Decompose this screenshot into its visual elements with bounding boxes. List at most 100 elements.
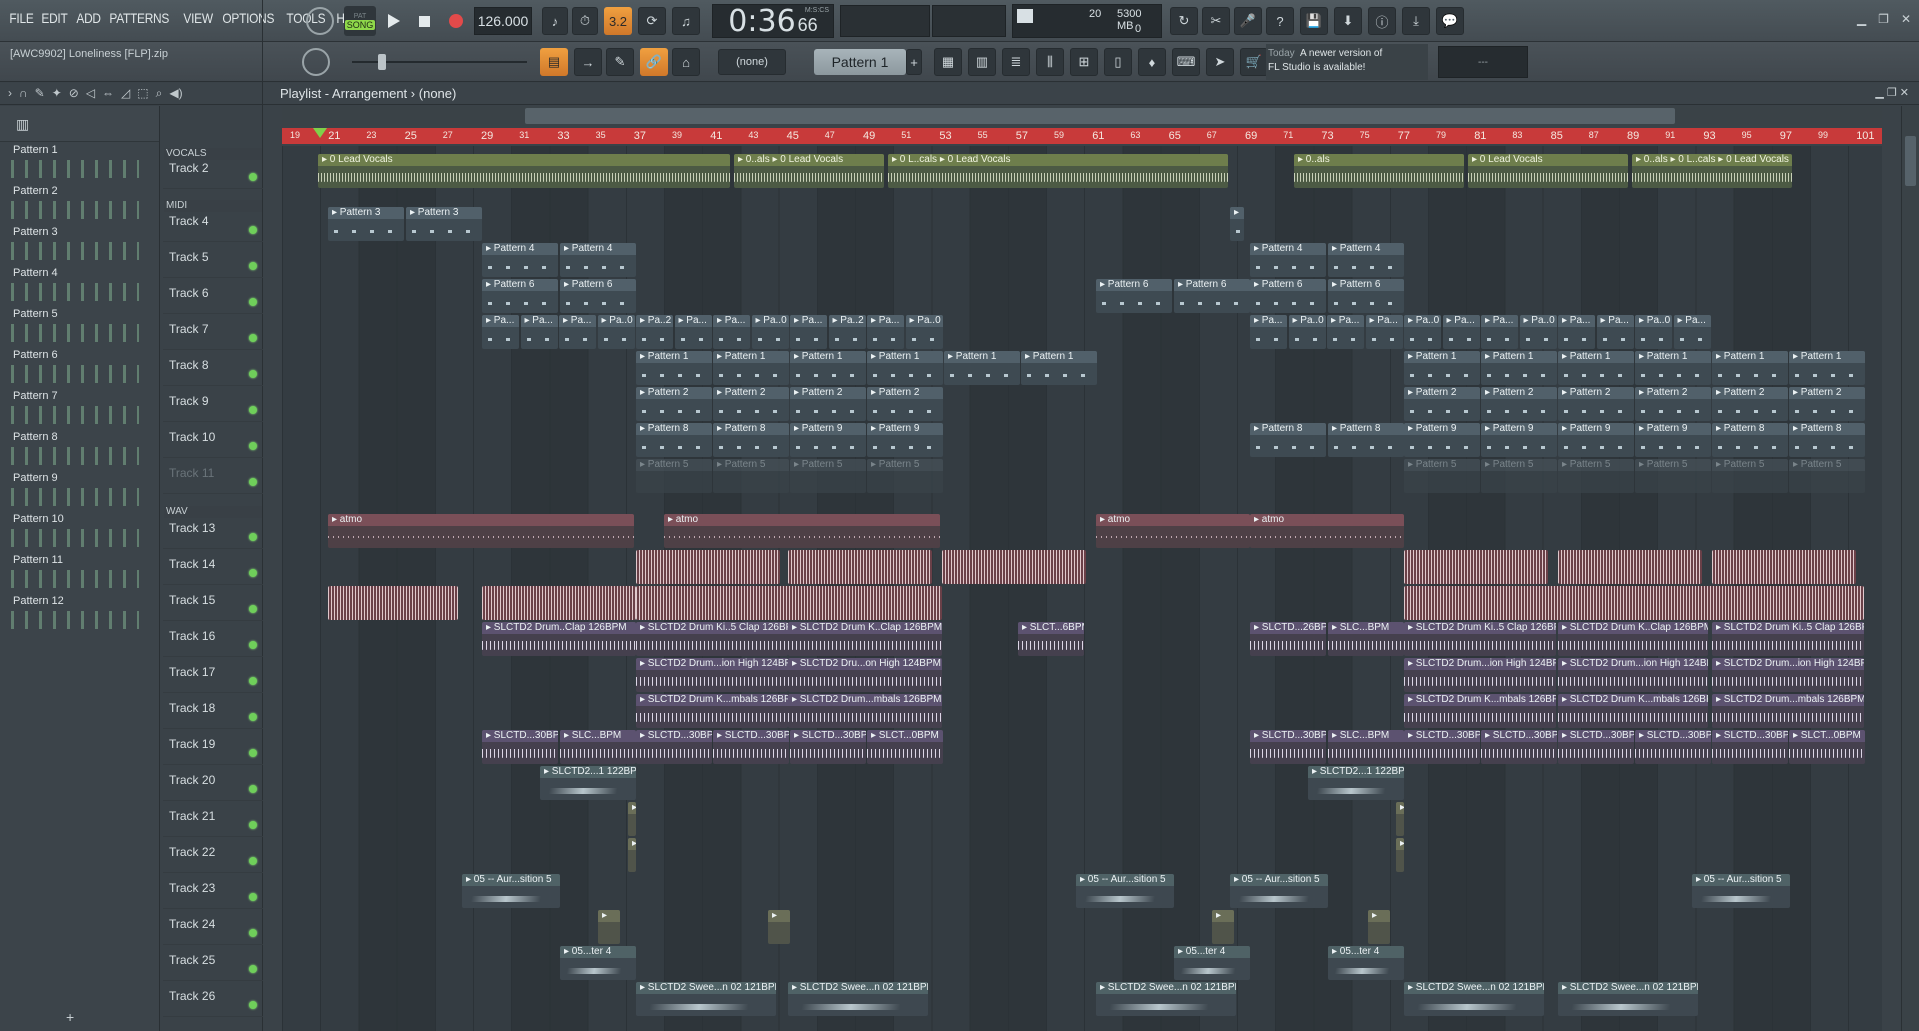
playlist-clip[interactable] — [328, 586, 458, 620]
playlist-clip[interactable]: ▸ 0 Lead Vocals — [318, 154, 730, 188]
playlist-clip[interactable]: ▸ Pa..0 — [1288, 315, 1326, 349]
track-enable-led[interactable] — [249, 370, 257, 378]
track-enable-led[interactable] — [249, 893, 257, 901]
playlist-clip[interactable]: ▸ 0..als — [1294, 154, 1464, 188]
metronome-icon[interactable]: ♪ — [542, 7, 568, 35]
track-enable-led[interactable] — [249, 749, 257, 757]
track-header[interactable]: Track 5 — [163, 242, 263, 278]
track-header[interactable]: Track 2 — [163, 153, 263, 189]
pitch-knob-icon[interactable] — [302, 48, 330, 76]
playlist-clip[interactable]: ▸ Pattern 1 — [713, 351, 789, 385]
master-pitch-slider[interactable] — [352, 54, 527, 70]
pattern-picker-item[interactable]: Pattern 2 — [3, 185, 141, 225]
playlist-clip[interactable]: ▸ 05 -- Aur...sition 5 — [1692, 874, 1790, 908]
playlist-clip[interactable] — [942, 550, 1086, 584]
playlist-clip[interactable]: ▸ Pattern 2 — [1558, 387, 1634, 421]
track-enable-led[interactable] — [249, 262, 257, 270]
playlist-clip[interactable]: ▸ Pattern 1 — [1789, 351, 1865, 385]
minimize-icon[interactable]: ▁ — [1857, 12, 1866, 26]
playlist-clip[interactable]: ▸ Pattern 5 — [867, 459, 943, 493]
playlist-clip[interactable]: ▸ Pa..0 — [751, 315, 789, 349]
playlist-clip[interactable]: ▸ Pattern 8 — [1328, 423, 1404, 457]
pattern-picker-item[interactable]: Pattern 12 — [3, 595, 141, 635]
track-enable-led[interactable] — [249, 478, 257, 486]
playlist-clip[interactable]: ▸ Pattern 1 — [1635, 351, 1711, 385]
touch-keyboard-icon[interactable]: ⌨ — [1172, 48, 1200, 76]
loop-record-icon[interactable]: ⟳ — [638, 7, 666, 35]
playlist-clip[interactable]: ▸ Pattern 9 — [1481, 423, 1557, 457]
playlist-clip[interactable]: ▸ SLCTD2 Drum..Clap 126BPM — [482, 622, 636, 656]
save-icon[interactable]: 💾 — [1300, 7, 1328, 35]
playlist-clip[interactable]: ▸ SLCTD2 Drum Ki..5 Clap 126BPM — [1404, 622, 1556, 656]
pattern-song-toggle[interactable]: PAT SONG — [344, 6, 376, 36]
playlist-grid[interactable]: ▸ 0 Lead Vocals ▸ 0..als ▸ 0 Lead Vocals ▸… — [282, 146, 1882, 1031]
playlist-clip[interactable]: ▸ Pa..0 — [1635, 315, 1672, 349]
playlist-clip[interactable]: ▸ 0 Lead Vocals — [1468, 154, 1628, 188]
mixer-icon[interactable]: ⫼ — [1036, 48, 1064, 76]
playlist-clip[interactable]: ▸ Pattern 5 — [1712, 459, 1788, 493]
zoom-icon[interactable]: ⌕ — [156, 86, 163, 101]
playlist-clip[interactable]: ▸ SLCTD...30BPM — [1481, 730, 1557, 764]
playlist-clip[interactable]: ▸ Pattern 5 — [1558, 459, 1634, 493]
vertical-scroll-thumb[interactable] — [1905, 136, 1916, 186]
stop-button[interactable] — [410, 7, 438, 35]
playlist-clip[interactable]: ▸ SLCTD2 Drum...ion High 124BPM — [1712, 658, 1864, 692]
playlist-clip[interactable]: ▸ SLCTD...30BPM — [1250, 730, 1326, 764]
slip-icon[interactable]: ⇔ — [102, 86, 114, 101]
playlist-clip[interactable]: ▸ Pattern 1 — [1712, 351, 1788, 385]
playlist-clip[interactable]: ▸ 05...ter 4 — [1328, 946, 1404, 980]
playlist-clip[interactable]: ▸ SLCTD...30BPM — [1558, 730, 1634, 764]
playlist-clip[interactable]: ▸ Pattern 2 — [1635, 387, 1711, 421]
playlist-view-icon[interactable]: ▤ — [540, 48, 568, 76]
playlist-clip[interactable]: ▸ 05...ter 4 — [560, 946, 636, 980]
playlist-clip[interactable]: ▸ Pa..2 — [636, 315, 673, 349]
playlist-clip[interactable]: ▸ 0..als ▸ 0 L..cals ▸ 0 Lead Vocals — [1632, 154, 1792, 188]
track-enable-led[interactable] — [249, 533, 257, 541]
magnet-icon[interactable]: ∩ — [19, 86, 28, 101]
playlist-clip[interactable] — [636, 550, 780, 584]
picker-view-icon[interactable]: ▥ — [16, 116, 29, 133]
track-enable-led[interactable] — [249, 677, 257, 685]
help-icon[interactable]: ? — [1266, 7, 1294, 35]
playlist-clip[interactable]: ▸ Pa... — [1481, 315, 1518, 349]
menu-edit[interactable]: EDIT — [38, 10, 71, 26]
pattern-picker-item[interactable]: Pattern 6 — [3, 349, 141, 389]
pattern-picker-item[interactable]: Pattern 1 — [3, 144, 141, 184]
playlist-clip[interactable]: ▸ — [1368, 910, 1390, 944]
pencil-tool-icon[interactable]: ✎ — [606, 48, 634, 76]
playlist-clip[interactable]: ▸ Pa..2 — [828, 315, 866, 349]
playlist-clip[interactable]: ▸ Pa... — [1558, 315, 1595, 349]
pattern-picker-item[interactable]: Pattern 4 — [3, 267, 141, 307]
track-enable-led[interactable] — [249, 334, 257, 342]
playlist-clip[interactable]: ▸ SLCTD2 Drum Ki..5 Clap 126BPM — [1712, 622, 1864, 656]
track-header[interactable]: Track 26 — [163, 981, 263, 1017]
select-icon[interactable]: ⬚ — [137, 86, 148, 101]
play-button[interactable] — [380, 7, 408, 35]
track-header[interactable]: Track 24 — [163, 909, 263, 945]
pattern-picker-item[interactable]: Pattern 3 — [3, 226, 141, 266]
horizontal-scroll-thumb[interactable] — [525, 108, 1675, 124]
playlist-clip[interactable]: ▸ Pa... — [520, 315, 558, 349]
track-header[interactable]: Track 17 — [163, 657, 263, 693]
track-header[interactable]: Track 18 — [163, 693, 263, 729]
playlist-clip[interactable]: ▸ Pattern 2 — [713, 387, 789, 421]
playlist-clip[interactable]: ▸ SLC...BPM — [560, 730, 636, 764]
cut-icon[interactable]: ✂ — [1202, 7, 1230, 35]
playlist-clip[interactable]: ▸ Pa... — [1596, 315, 1634, 349]
playlist-clip[interactable]: ▸ Pattern 4 — [482, 243, 558, 277]
mute-icon[interactable]: ◁ — [86, 86, 95, 101]
playlist-clip[interactable]: ▸ Pattern 2 — [1404, 387, 1480, 421]
piano-roll-icon[interactable]: ▥ — [968, 48, 996, 76]
playlist-clip[interactable]: ▸ Pattern 9 — [1404, 423, 1480, 457]
playlist-clip[interactable]: ▸ SLCTD2 Drum K...mbals 126BPM — [1404, 694, 1556, 728]
playlist-clip[interactable]: ▸ Pattern 1 — [1481, 351, 1557, 385]
slider-handle[interactable] — [378, 54, 386, 70]
plugin-picker-icon[interactable]: ♦ — [1138, 48, 1166, 76]
playlist-clip[interactable] — [1712, 550, 1856, 584]
playlist-clip[interactable]: ▸ Pa... — [790, 315, 827, 349]
track-header[interactable]: Track 10 — [163, 422, 263, 458]
playlist-clip[interactable]: ▸ SLC...BPM — [1328, 730, 1404, 764]
shop-icon[interactable]: 🛒 — [1240, 48, 1268, 76]
playlist-clip[interactable]: ▸ — [1230, 207, 1244, 241]
playlist-clip[interactable]: ▸ Pattern 2 — [636, 387, 712, 421]
